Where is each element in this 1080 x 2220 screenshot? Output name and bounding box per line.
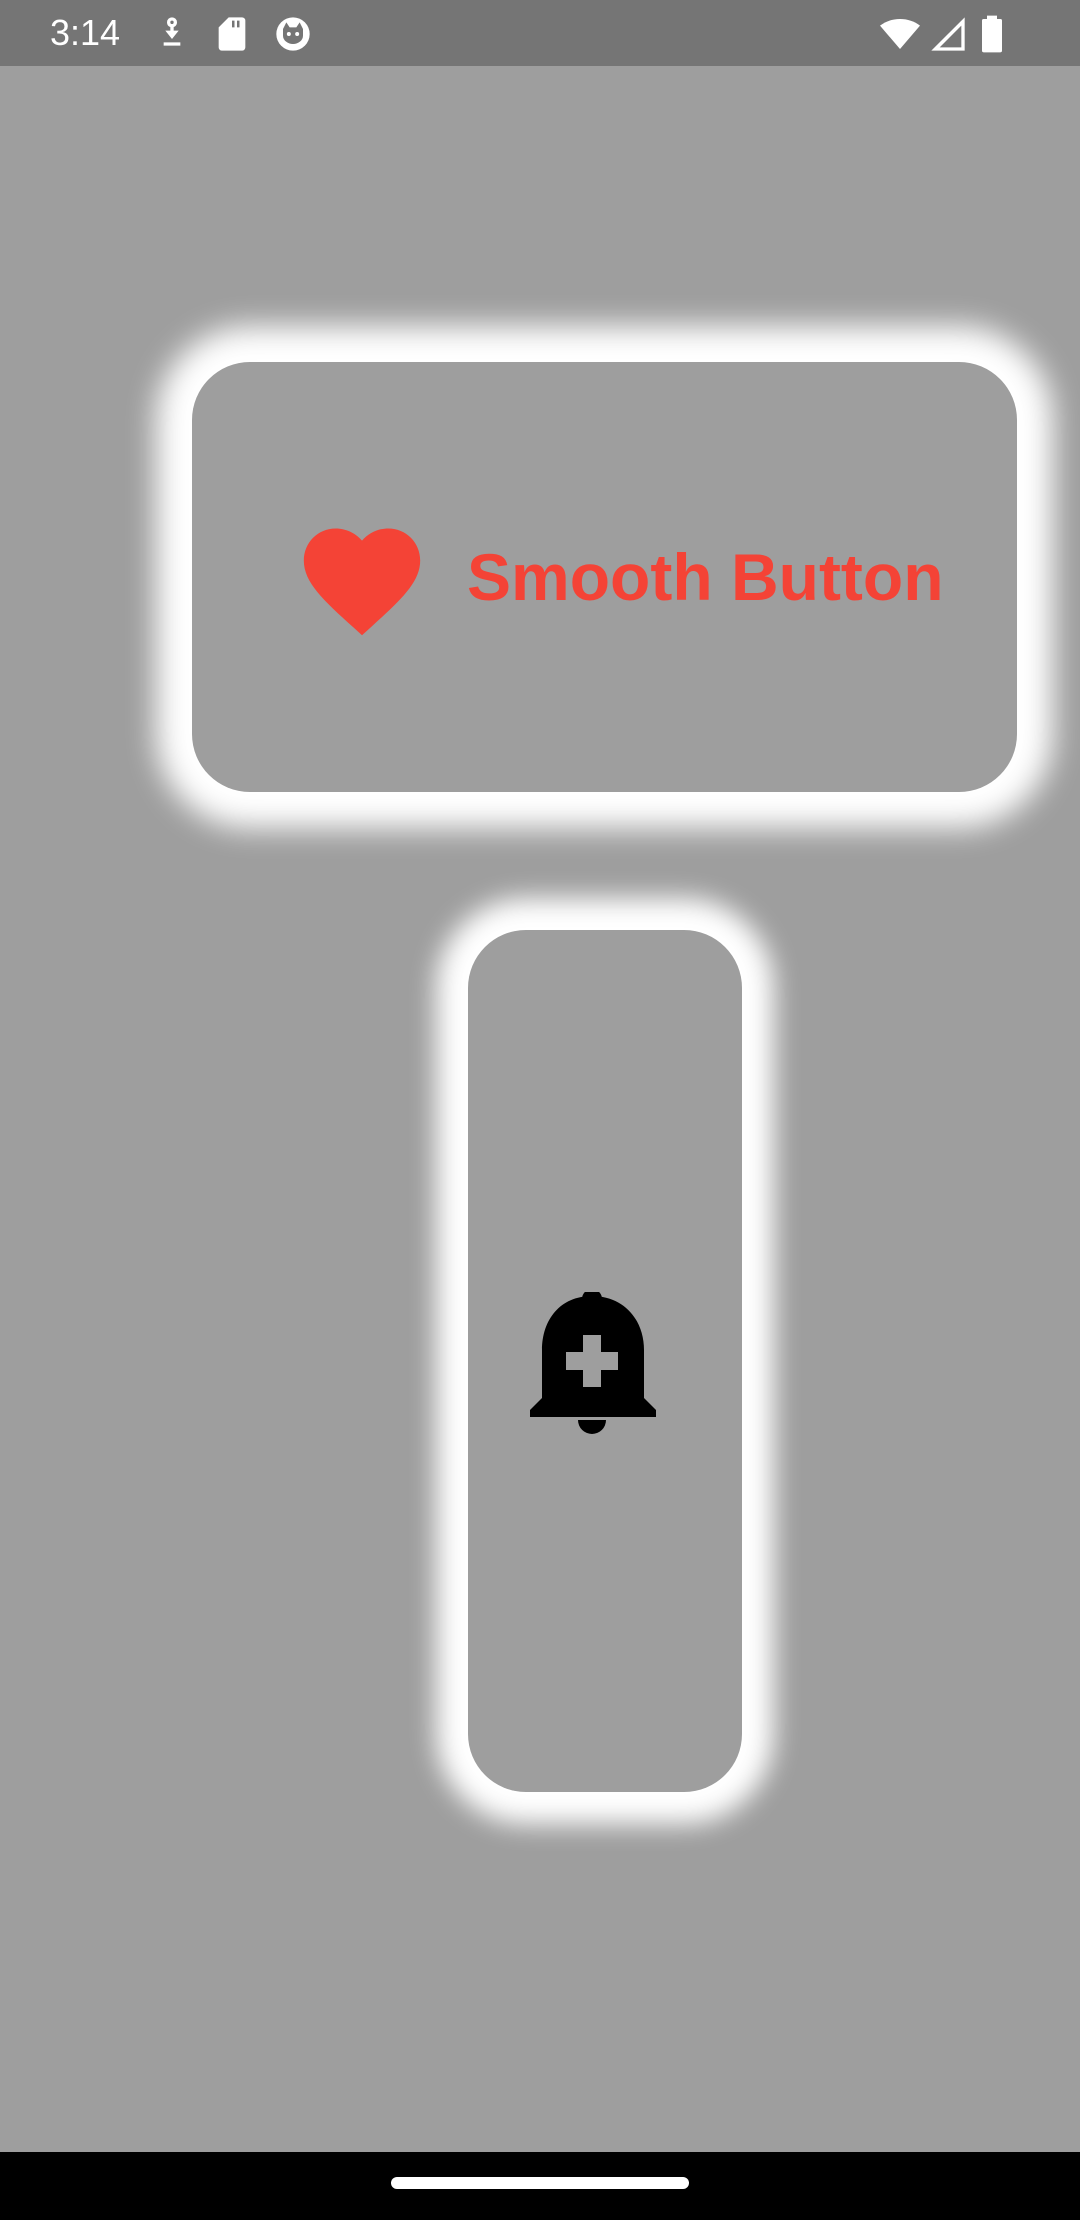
wifi-icon — [878, 14, 922, 54]
cellular-signal-icon — [928, 14, 968, 54]
home-gesture-handle[interactable] — [391, 2177, 689, 2189]
navigation-bar — [0, 2152, 1080, 2220]
add-alert-button[interactable] — [468, 930, 742, 1792]
status-time: 3:14 — [50, 12, 121, 53]
cat-face-icon — [273, 14, 313, 54]
status-bar: 3:14 — [0, 0, 1080, 66]
add-alert-bell-icon — [530, 1292, 656, 1436]
smooth-button[interactable]: Smooth Button — [192, 362, 1017, 792]
battery-icon — [977, 14, 1007, 54]
download-icon — [152, 14, 192, 54]
sd-card-icon — [212, 14, 252, 54]
smooth-button-label: Smooth Button — [467, 540, 944, 614]
heart-icon — [292, 511, 432, 639]
